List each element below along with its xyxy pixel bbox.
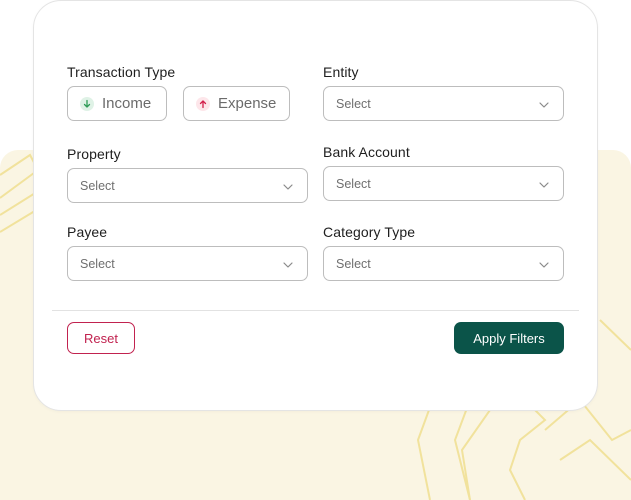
property-select[interactable]: Select (67, 168, 308, 203)
category-type-select[interactable]: Select (323, 246, 564, 281)
arrow-down-icon (80, 96, 94, 111)
bank-account-select-value: Select (336, 176, 371, 191)
chevron-down-icon (539, 175, 549, 193)
reset-button[interactable]: Reset (67, 322, 135, 354)
bank-account-label: Bank Account (323, 144, 410, 160)
arrow-up-icon (196, 96, 210, 111)
chevron-down-icon (283, 177, 293, 195)
payee-select-value: Select (80, 256, 115, 271)
expense-toggle[interactable]: Expense (183, 86, 290, 121)
divider (52, 310, 579, 311)
chevron-down-icon (539, 255, 549, 273)
category-type-select-value: Select (336, 256, 371, 271)
chevron-down-icon (539, 95, 549, 113)
transaction-type-label: Transaction Type (67, 64, 176, 80)
category-type-label: Category Type (323, 224, 416, 240)
property-select-value: Select (80, 178, 115, 193)
property-label: Property (67, 146, 121, 162)
chevron-down-icon (283, 255, 293, 273)
bank-account-select[interactable]: Select (323, 166, 564, 201)
income-label: Income (102, 95, 152, 112)
expense-label: Expense (218, 95, 277, 112)
entity-select[interactable]: Select (323, 86, 564, 121)
entity-label: Entity (323, 64, 359, 80)
entity-select-value: Select (336, 96, 371, 111)
payee-select[interactable]: Select (67, 246, 308, 281)
payee-label: Payee (67, 224, 108, 240)
apply-filters-button[interactable]: Apply Filters (454, 322, 564, 354)
income-toggle[interactable]: Income (67, 86, 167, 121)
